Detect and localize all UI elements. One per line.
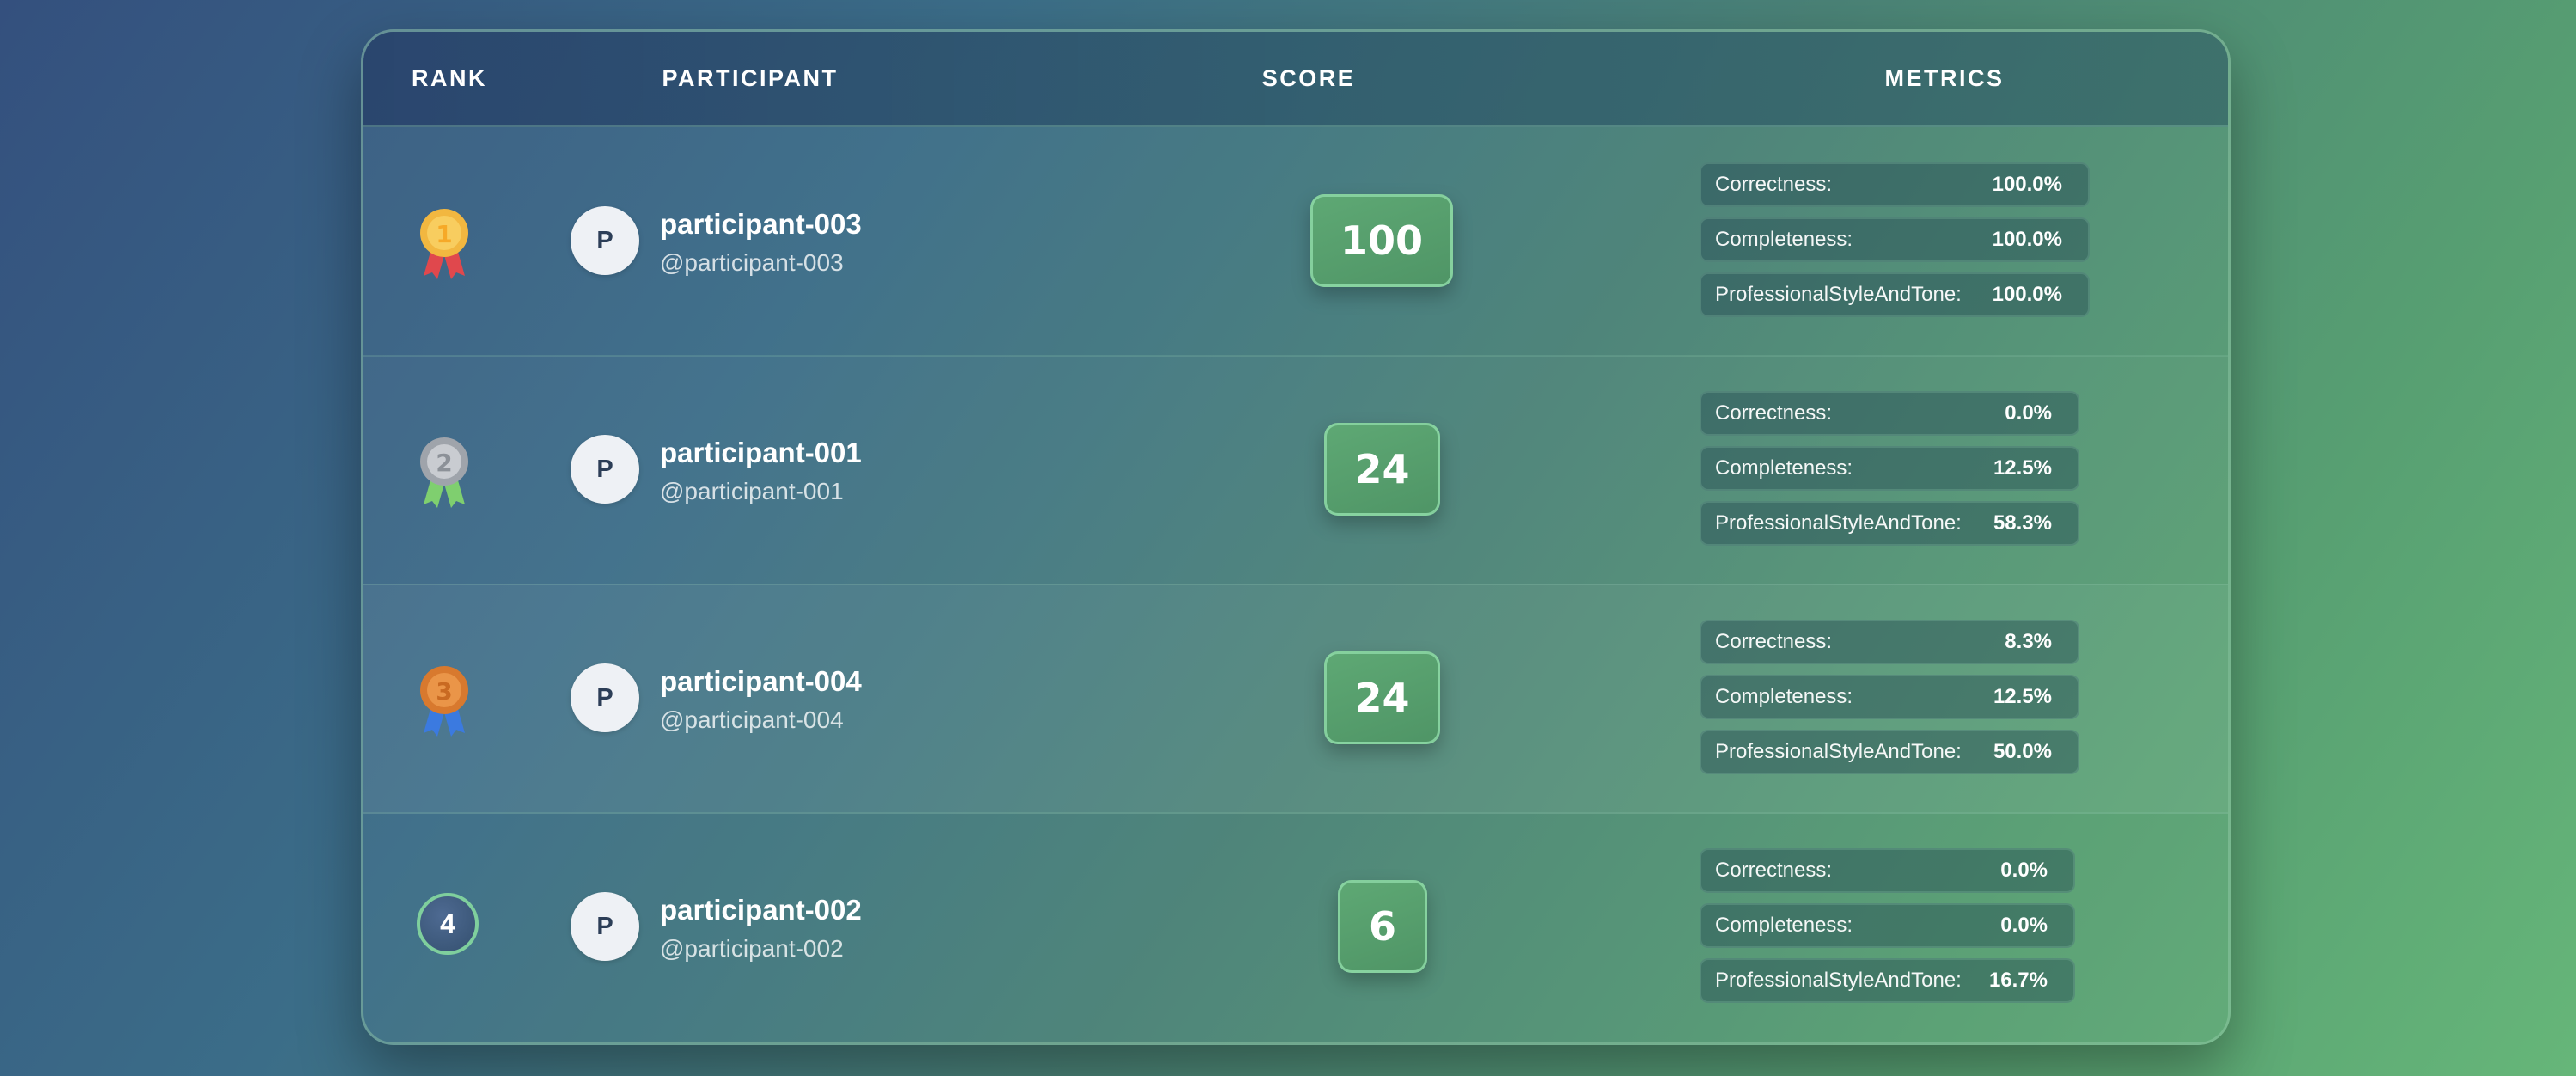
medal-number: 2	[436, 449, 452, 477]
leaderboard-table: RANK PARTICIPANT SCORE METRICS 1 P parti…	[361, 29, 2231, 1045]
metric-value: 100.0%	[1992, 173, 2062, 196]
metric-completeness: Completeness: 12.5%	[1700, 675, 2079, 719]
rank-badge: 4	[417, 893, 479, 955]
metric-label: Completeness:	[1715, 685, 1853, 708]
score-badge: 6	[1338, 880, 1427, 973]
metric-professional-style: ProfessionalStyleAndTone: 100.0%	[1700, 272, 2090, 317]
metric-label: Correctness:	[1715, 630, 1833, 653]
metric-value: 100.0%	[1992, 283, 2062, 306]
table-row[interactable]: 2 P participant-001 @participant-001 24 …	[363, 356, 2228, 585]
participant-handle: @participant-002	[660, 935, 844, 962]
participant-handle: @participant-004	[660, 706, 844, 733]
header-score[interactable]: SCORE	[1137, 32, 1480, 125]
metric-correctness: Correctness: 8.3%	[1700, 620, 2079, 664]
avatar: P	[571, 892, 639, 961]
metrics-list: Correctness: 0.0% Completeness: 12.5% Pr…	[1700, 391, 2079, 556]
participant-handle: @participant-001	[660, 478, 844, 504]
metric-label: Correctness:	[1715, 173, 1833, 196]
bronze-medal-icon: 3	[420, 666, 468, 737]
metrics-list: Correctness: 100.0% Completeness: 100.0%…	[1700, 162, 2090, 327]
metric-value: 8.3%	[2005, 630, 2052, 653]
metric-completeness: Completeness: 12.5%	[1700, 446, 2079, 491]
avatar: P	[571, 206, 639, 275]
score-badge: 24	[1324, 651, 1440, 744]
metric-professional-style: ProfessionalStyleAndTone: 58.3%	[1700, 501, 2079, 546]
metric-label: Correctness:	[1715, 401, 1833, 425]
participant-name[interactable]: participant-002	[660, 894, 862, 926]
metric-value: 0.0%	[2000, 914, 2048, 937]
metric-label: Completeness:	[1715, 456, 1853, 480]
metric-correctness: Correctness: 0.0%	[1700, 391, 2079, 436]
metric-value: 0.0%	[2000, 859, 2048, 882]
metric-value: 12.5%	[1993, 456, 2052, 480]
metric-label: Completeness:	[1715, 228, 1853, 251]
table-row[interactable]: 4 P participant-002 @participant-002 6 C…	[363, 813, 2228, 1041]
metrics-list: Correctness: 0.0% Completeness: 0.0% Pro…	[1700, 848, 2075, 1013]
metric-professional-style: ProfessionalStyleAndTone: 50.0%	[1700, 730, 2079, 774]
metric-correctness: Correctness: 0.0%	[1700, 848, 2075, 893]
header-metrics[interactable]: METRICS	[1773, 32, 2116, 125]
avatar: P	[571, 435, 639, 504]
participant-handle: @participant-003	[660, 249, 844, 276]
metric-value: 0.0%	[2005, 401, 2052, 425]
participant-name[interactable]: participant-004	[660, 665, 862, 698]
participant-name[interactable]: participant-003	[660, 208, 862, 241]
silver-medal-icon: 2	[420, 437, 468, 508]
medal-number: 3	[436, 677, 452, 706]
header-rank[interactable]: RANK	[363, 32, 535, 125]
table-row[interactable]: 1 P participant-003 @participant-003 100…	[363, 127, 2228, 357]
metric-label: ProfessionalStyleAndTone:	[1715, 511, 1962, 535]
metric-label: Correctness:	[1715, 859, 1833, 882]
metrics-list: Correctness: 8.3% Completeness: 12.5% Pr…	[1700, 620, 2079, 785]
metric-label: ProfessionalStyleAndTone:	[1715, 283, 1962, 306]
metric-value: 50.0%	[1993, 740, 2052, 763]
table-header: RANK PARTICIPANT SCORE METRICS	[363, 32, 2228, 127]
avatar: P	[571, 663, 639, 732]
metric-professional-style: ProfessionalStyleAndTone: 16.7%	[1700, 958, 2075, 1003]
participant-name[interactable]: participant-001	[660, 437, 862, 469]
metric-value: 12.5%	[1993, 685, 2052, 708]
header-participant[interactable]: PARTICIPANT	[535, 32, 965, 125]
metric-value: 16.7%	[1988, 969, 2048, 992]
medal-number: 1	[436, 220, 452, 248]
metric-label: ProfessionalStyleAndTone:	[1715, 740, 1962, 763]
metric-value: 100.0%	[1992, 228, 2062, 251]
score-badge: 100	[1310, 194, 1453, 287]
metric-label: Completeness:	[1715, 914, 1853, 937]
score-badge: 24	[1324, 423, 1440, 516]
metric-completeness: Completeness: 100.0%	[1700, 217, 2090, 262]
metric-completeness: Completeness: 0.0%	[1700, 903, 2075, 948]
metric-correctness: Correctness: 100.0%	[1700, 162, 2090, 207]
gold-medal-icon: 1	[420, 209, 468, 279]
metric-value: 58.3%	[1993, 511, 2052, 535]
metric-label: ProfessionalStyleAndTone:	[1715, 969, 1962, 992]
table-row[interactable]: 3 P participant-004 @participant-004 24 …	[363, 584, 2228, 814]
